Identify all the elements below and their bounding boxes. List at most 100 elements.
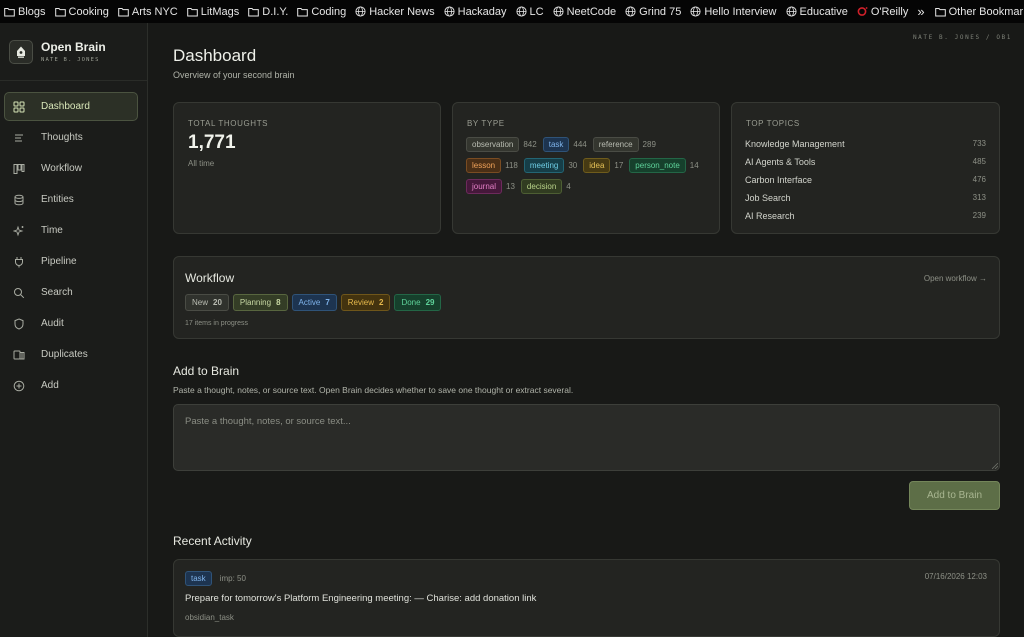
workflow-pill-label: Done bbox=[401, 298, 421, 307]
workflow-pill-review[interactable]: Review 2 bbox=[340, 294, 391, 311]
globe-icon bbox=[515, 6, 530, 17]
type-count: 30 bbox=[568, 161, 578, 170]
sidebar-item-label: Time bbox=[41, 225, 63, 236]
workflow-pill-active[interactable]: Active 7 bbox=[291, 294, 337, 311]
shield-icon bbox=[13, 317, 33, 330]
type-tag-idea[interactable]: idea bbox=[583, 158, 611, 173]
sidebar-item-entities[interactable]: Entities bbox=[4, 185, 138, 214]
bookmarks-right: » Other Bookmarks bbox=[917, 4, 1024, 19]
resize-grip-icon[interactable] bbox=[992, 463, 998, 469]
total-thoughts-note: All time bbox=[188, 159, 215, 168]
topic-count: 485 bbox=[972, 157, 986, 166]
activity-type-badge: task bbox=[185, 571, 212, 586]
bookmark-hackaday[interactable]: Hackaday bbox=[444, 6, 507, 18]
bookmarks-overflow-button[interactable]: » bbox=[917, 4, 924, 19]
topic-item[interactable]: AI Agents & Tools 485 bbox=[745, 157, 986, 169]
sidebar-item-search[interactable]: Search bbox=[4, 278, 138, 307]
bookmark-arts-nyc[interactable]: Arts NYC bbox=[118, 6, 178, 18]
workflow-pill-planning[interactable]: Planning 8 bbox=[232, 294, 288, 311]
topic-list: Knowledge Management 733 AI Agents & Tools… bbox=[745, 139, 986, 229]
workflow-pill-count: 2 bbox=[379, 298, 384, 307]
bookmark-grind-75[interactable]: Grind 75 bbox=[625, 6, 681, 18]
globe-icon bbox=[785, 6, 800, 17]
workflow-card: Workflow Open workflow → New 20 Planning 8 A… bbox=[173, 256, 1000, 339]
folder-icon bbox=[248, 7, 262, 17]
type-count: 14 bbox=[689, 161, 699, 170]
add-section-title: Add to Brain bbox=[173, 364, 240, 378]
workflow-title: Workflow bbox=[185, 271, 235, 285]
bookmark-hacker-news[interactable]: Hacker News bbox=[355, 6, 435, 18]
add-to-brain-button[interactable]: Add to Brain bbox=[909, 481, 1000, 510]
sidebar-item-add[interactable]: Add bbox=[4, 371, 138, 400]
bookmark-educative[interactable]: Educative bbox=[785, 6, 848, 18]
bookmark-hello-interview[interactable]: Hello Interview bbox=[690, 6, 777, 18]
sidebar-item-thoughts[interactable]: Thoughts bbox=[4, 123, 138, 152]
workflow-pill-label: Review bbox=[347, 298, 374, 307]
total-thoughts-value: 1,771 bbox=[188, 132, 236, 153]
type-count: 444 bbox=[573, 140, 587, 149]
search-icon bbox=[13, 287, 33, 299]
sidebar-nav: Dashboard Thoughts Workflow Entities Time Pip… bbox=[0, 81, 147, 400]
activity-importance: imp: 50 bbox=[219, 574, 246, 583]
topic-name: Carbon Interface bbox=[745, 175, 813, 185]
bookmark-coding[interactable]: Coding bbox=[297, 6, 346, 18]
sidebar-item-duplicates[interactable]: Duplicates bbox=[4, 340, 138, 369]
topic-item[interactable]: Carbon Interface 476 bbox=[745, 175, 986, 187]
sidebar-item-label: Thoughts bbox=[41, 132, 83, 143]
type-tag-meeting[interactable]: meeting bbox=[523, 158, 565, 173]
bookmark-lc[interactable]: LC bbox=[515, 6, 544, 18]
sidebar-item-audit[interactable]: Audit bbox=[4, 309, 138, 338]
topic-count: 313 bbox=[972, 193, 986, 202]
folder-icon bbox=[186, 7, 201, 17]
workflow-pill-label: Active bbox=[298, 298, 321, 307]
thought-input[interactable] bbox=[173, 404, 1000, 471]
type-tag-lesson[interactable]: lesson bbox=[466, 158, 502, 173]
sidebar-item-time[interactable]: Time bbox=[4, 216, 138, 245]
open-workflow-link[interactable]: Open workflow → bbox=[924, 274, 987, 283]
page-title: Dashboard bbox=[173, 46, 257, 65]
sidebar-item-label: Duplicates bbox=[41, 349, 88, 360]
topic-item[interactable]: Job Search 313 bbox=[745, 193, 986, 205]
type-tag-decision[interactable]: decision bbox=[520, 179, 563, 194]
kanban-icon bbox=[13, 163, 33, 175]
bookmark-cooking[interactable]: Cooking bbox=[54, 6, 109, 18]
type-tag-person-note[interactable]: person_note bbox=[629, 158, 686, 173]
bookmarks-bar: Blogs Cooking Arts NYC LitMags D.I.Y. Coding H… bbox=[0, 0, 1024, 23]
topic-name: Job Search bbox=[745, 193, 791, 203]
bookmark-blogs[interactable]: Blogs bbox=[4, 6, 46, 18]
recent-activity-title: Recent Activity bbox=[173, 534, 252, 548]
globe-icon bbox=[553, 6, 567, 17]
folder-icon bbox=[297, 7, 311, 17]
sidebar-item-label: Add bbox=[41, 380, 59, 391]
sidebar-item-workflow[interactable]: Workflow bbox=[4, 154, 138, 183]
sidebar-item-label: Dashboard bbox=[41, 101, 90, 112]
sidebar: Open Brain NATE B. JONES Dashboard Though… bbox=[0, 23, 148, 637]
activity-item[interactable]: task imp: 50 07/16/2026 12:03 Prepare fo… bbox=[173, 559, 1000, 637]
folder-icon bbox=[934, 7, 949, 17]
topic-count: 476 bbox=[972, 175, 986, 184]
workflow-pill-count: 20 bbox=[213, 298, 222, 307]
folder-icon bbox=[4, 7, 18, 17]
bookmark-label: O'Reilly bbox=[870, 5, 909, 18]
topic-item[interactable]: Knowledge Management 733 bbox=[745, 139, 986, 151]
sidebar-item-dashboard[interactable]: Dashboard bbox=[4, 92, 138, 121]
brand[interactable]: Open Brain NATE B. JONES bbox=[0, 23, 147, 81]
bookmark-litmags[interactable]: LitMags bbox=[186, 6, 239, 18]
activity-text: Prepare for tomorrow's Platform Engineer… bbox=[185, 593, 537, 604]
bookmark-label: Grind 75 bbox=[639, 5, 682, 18]
type-tag-journal[interactable]: journal bbox=[466, 179, 503, 194]
topic-item[interactable]: AI Research 239 bbox=[745, 211, 986, 223]
sidebar-item-pipeline[interactable]: Pipeline bbox=[4, 247, 138, 276]
bookmark-neetcode[interactable]: NeetCode bbox=[553, 6, 616, 18]
type-tag-task[interactable]: task bbox=[542, 137, 570, 152]
sidebar-item-label: Entities bbox=[41, 194, 74, 205]
bookmark-other-bookmarks[interactable]: Other Bookmarks bbox=[934, 6, 1024, 18]
duplicates-icon bbox=[13, 349, 33, 361]
top-topics-label: TOP TOPICS bbox=[746, 119, 800, 128]
bookmark-d-i-y[interactable]: D.I.Y. bbox=[248, 6, 288, 18]
workflow-pill-done[interactable]: Done 29 bbox=[394, 294, 442, 311]
type-tag-observation[interactable]: observation bbox=[466, 137, 520, 152]
type-tag-reference[interactable]: reference bbox=[592, 137, 639, 152]
workflow-pill-new[interactable]: New 20 bbox=[185, 294, 229, 311]
bookmark-o-reilly[interactable]: O'Reilly bbox=[857, 5, 909, 18]
